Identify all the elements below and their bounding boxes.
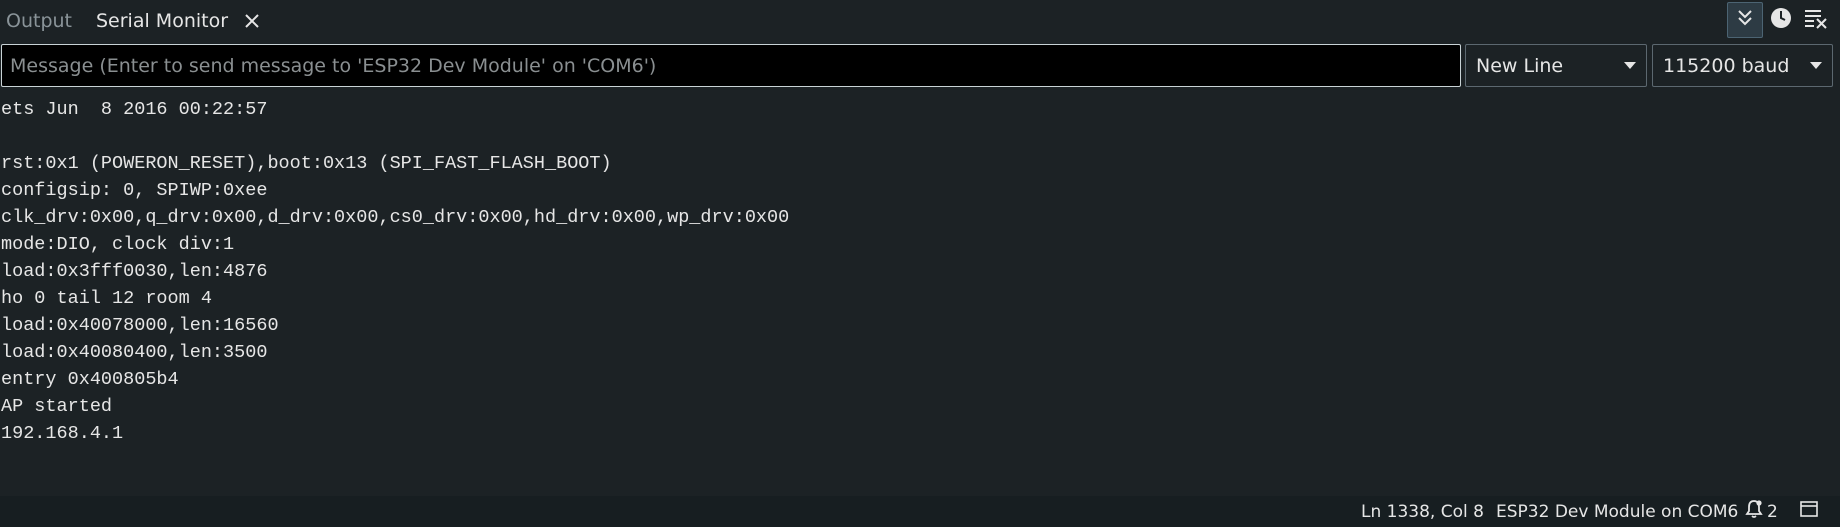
line-ending-value: New Line xyxy=(1476,54,1564,77)
clear-output-button[interactable] xyxy=(1798,2,1834,38)
status-bar: Ln 1338, Col 8 ESP32 Dev Module on COM6 … xyxy=(0,496,1840,527)
cursor-position-label: Ln 1338, Col 8 xyxy=(1361,501,1484,522)
bell-icon xyxy=(1745,499,1763,524)
notifications-button[interactable]: 2 xyxy=(1745,496,1778,527)
tab-serial-monitor-label: Serial Monitor xyxy=(96,10,229,32)
board-port-status[interactable]: ESP32 Dev Module on COM6 xyxy=(1496,496,1738,527)
output-line: 192.168.4.1 xyxy=(1,423,124,444)
double-chevron-down-icon xyxy=(1735,8,1755,32)
output-line: ho 0 tail 12 room 4 xyxy=(1,288,212,309)
clear-output-icon xyxy=(1804,7,1828,33)
baud-rate-select[interactable]: 115200 baud xyxy=(1652,44,1833,87)
panel-tab-bar: Output Serial Monitor xyxy=(0,0,1840,42)
output-line: mode:DIO, clock div:1 xyxy=(1,234,235,255)
serial-output[interactable]: ets Jun 8 2016 00:22:57 rst:0x1 (POWERON… xyxy=(0,96,1840,494)
output-line: rst:0x1 (POWERON_RESET),boot:0x13 (SPI_F… xyxy=(1,153,612,174)
tab-output[interactable]: Output xyxy=(6,0,72,42)
output-line: clk_drv:0x00,q_drv:0x00,d_drv:0x00,cs0_d… xyxy=(1,207,790,228)
notifications-count: 2 xyxy=(1767,501,1778,522)
output-line: load:0x40080400,len:3500 xyxy=(1,342,268,363)
toggle-timestamp-button[interactable] xyxy=(1766,2,1796,38)
line-ending-select[interactable]: New Line xyxy=(1465,44,1647,87)
output-line: ets Jun 8 2016 00:22:57 xyxy=(1,99,268,120)
autoscroll-button[interactable] xyxy=(1727,2,1763,38)
output-line: AP started xyxy=(1,396,113,417)
output-line: load:0x3fff0030,len:4876 xyxy=(1,261,268,282)
panel-layout-icon xyxy=(1800,501,1818,522)
cursor-position[interactable]: Ln 1338, Col 8 xyxy=(1361,496,1484,527)
toggle-panel-button[interactable] xyxy=(1800,496,1818,527)
board-port-label: ESP32 Dev Module on COM6 xyxy=(1496,501,1739,522)
clock-icon xyxy=(1769,6,1793,34)
close-icon[interactable] xyxy=(242,11,262,31)
tab-output-label: Output xyxy=(6,10,72,32)
serial-monitor-panel: Output Serial Monitor Message (Enter to … xyxy=(0,0,1840,527)
output-line: configsip: 0, SPIWP:0xee xyxy=(1,180,268,201)
output-line: load:0x40078000,len:16560 xyxy=(1,315,279,336)
tab-serial-monitor[interactable]: Serial Monitor xyxy=(96,0,262,42)
message-input[interactable] xyxy=(1,44,1461,87)
chevron-down-icon xyxy=(1624,62,1636,69)
output-line: entry 0x400805b4 xyxy=(1,369,179,390)
chevron-down-icon xyxy=(1810,62,1822,69)
baud-rate-value: 115200 baud xyxy=(1663,54,1790,77)
